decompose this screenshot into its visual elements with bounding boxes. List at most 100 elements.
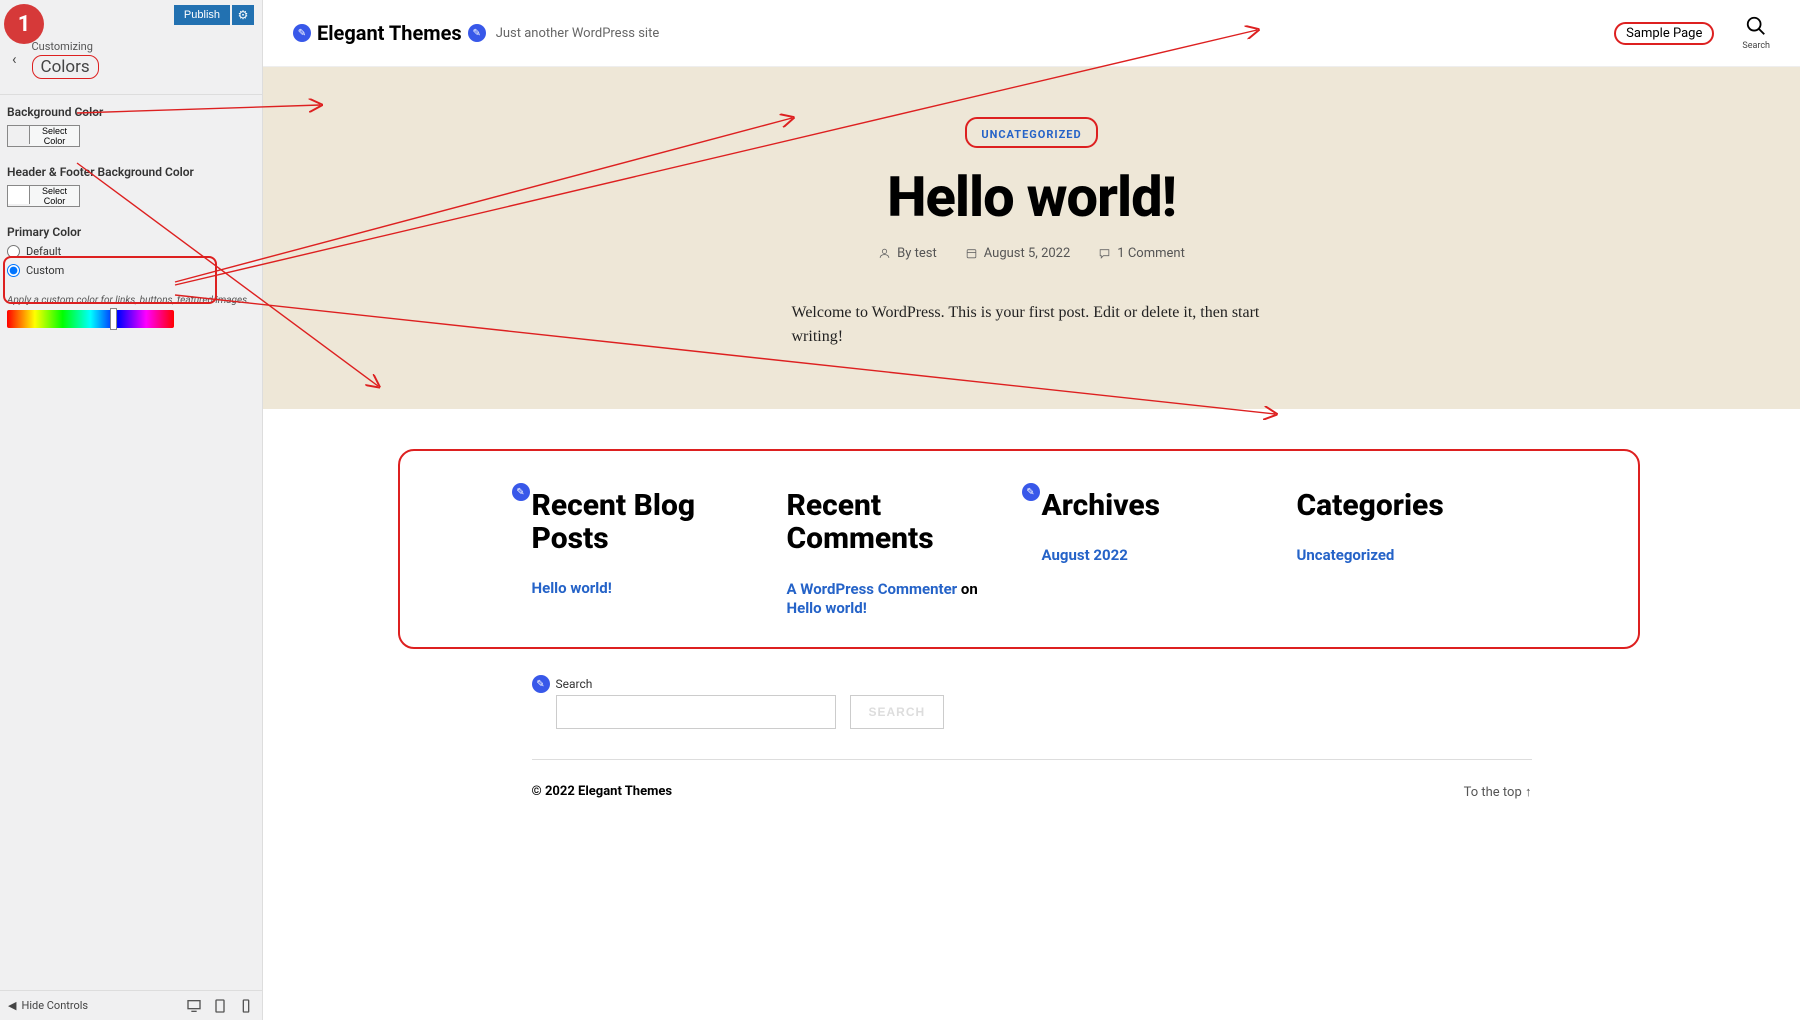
device-desktop-icon[interactable] (186, 998, 202, 1014)
footer-copyright: © 2022 Elegant Themes (532, 784, 673, 800)
widgets-section: ✎ Recent Blog Posts Hello world! Recent … (263, 409, 1800, 854)
meta-date-text: August 5, 2022 (984, 246, 1071, 261)
customizer-sidebar: Publish ⚙ ‹ Customizing Colors Backgroun… (0, 0, 263, 1020)
control-header-footer-color: Header & Footer Background Color Select … (7, 165, 255, 207)
gear-icon: ⚙ (238, 8, 249, 22)
widget-categories-title: Categories (1297, 489, 1532, 522)
post-meta: By test August 5, 2022 1 Comment (303, 246, 1760, 261)
comment-on-text: on (957, 580, 978, 598)
header-search-label: Search (1742, 41, 1770, 51)
to-the-top-link[interactable]: To the top ↑ (1464, 784, 1532, 800)
comment-post-link[interactable]: Hello world! (787, 599, 867, 617)
publish-button[interactable]: Publish (174, 5, 230, 25)
pencil-icon: ✎ (1026, 487, 1034, 498)
pencil-icon: ✎ (516, 487, 524, 498)
search-widget-form: SEARCH (556, 695, 945, 729)
meta-comments-text: 1 Comment (1117, 246, 1185, 261)
edit-shortcut-recent-posts[interactable]: ✎ (512, 483, 530, 501)
edit-shortcut-archives[interactable]: ✎ (1022, 483, 1040, 501)
edit-shortcut-search[interactable]: ✎ (532, 675, 550, 693)
control-primary-color: Primary Color Default Custom (7, 225, 255, 277)
search-input[interactable] (556, 695, 836, 729)
sidebar-footer: ◀ Hide Controls (0, 990, 262, 1020)
bg-color-picker[interactable]: Select Color (7, 125, 80, 147)
hue-slider[interactable] (7, 310, 174, 328)
meta-author-text: By test (897, 246, 937, 261)
site-header-right: Sample Page Search (1614, 15, 1770, 51)
category-link[interactable]: UNCATEGORIZED (981, 128, 1081, 141)
sidebar-header-text: Customizing Colors (32, 40, 99, 79)
search-submit-button[interactable]: SEARCH (850, 695, 945, 729)
pencil-icon: ✎ (536, 679, 544, 690)
control-background-color: Background Color Select Color (7, 105, 255, 147)
meta-author: By test (878, 246, 937, 261)
hf-color-swatch (8, 186, 30, 204)
widgets-row: ✎ Recent Blog Posts Hello world! Recent … (532, 489, 1532, 617)
primary-color-label: Primary Color (7, 225, 255, 239)
radio-custom[interactable]: Custom (7, 264, 255, 277)
site-footer: © 2022 Elegant Themes To the top ↑ (532, 759, 1532, 824)
calendar-icon (965, 247, 978, 260)
search-widget-label: Search (556, 677, 945, 691)
hide-controls-button[interactable]: ◀ Hide Controls (8, 999, 88, 1012)
bg-color-label: Background Color (7, 105, 255, 119)
hf-select-color-button[interactable]: Select Color (30, 186, 79, 206)
preview-pane: ✎ Elegant Themes ✎ Just another WordPres… (263, 0, 1800, 1020)
radio-default-label: Default (26, 245, 61, 258)
widget-recent-comments: Recent Comments A WordPress Commenter on… (787, 489, 1022, 617)
post-excerpt: Welcome to WordPress. This is your first… (792, 301, 1272, 349)
collapse-icon: ◀ (8, 999, 16, 1012)
controls-area: Background Color Select Color Header & F… (0, 95, 262, 338)
site-header: ✎ Elegant Themes ✎ Just another WordPres… (263, 0, 1800, 67)
hero: UNCATEGORIZED Hello world! By test Augus… (263, 67, 1800, 409)
search-widget-wrap: ✎ Search SEARCH (532, 677, 1532, 759)
bg-select-color-button[interactable]: Select Color (30, 126, 79, 146)
pencil-icon: ✎ (473, 28, 481, 39)
meta-comments[interactable]: 1 Comment (1098, 246, 1185, 261)
search-icon (1745, 15, 1767, 37)
meta-date: August 5, 2022 (965, 246, 1071, 261)
comment-author-link[interactable]: A WordPress Commenter (787, 580, 958, 598)
sidebar-header: ‹ Customizing Colors (0, 30, 262, 95)
site-title[interactable]: Elegant Themes (317, 21, 462, 45)
person-icon (878, 247, 891, 260)
nav-sample-page[interactable]: Sample Page (1614, 22, 1714, 45)
header-search-button[interactable]: Search (1742, 15, 1770, 51)
widget-recent-comments-title: Recent Comments (787, 489, 1022, 555)
category-badge: UNCATEGORIZED (965, 117, 1097, 148)
widget-recent-posts: ✎ Recent Blog Posts Hello world! (532, 489, 767, 617)
widget-archives: ✎ Archives August 2022 (1042, 489, 1277, 617)
bg-color-swatch (8, 126, 30, 144)
radio-custom-label: Custom (26, 264, 64, 277)
customizing-label: Customizing (32, 40, 99, 53)
chevron-left-icon: ‹ (12, 50, 17, 68)
hide-controls-label: Hide Controls (21, 999, 88, 1012)
site-tagline: Just another WordPress site (496, 26, 660, 41)
hf-color-label: Header & Footer Background Color (7, 165, 255, 179)
radio-custom-input[interactable] (7, 264, 20, 277)
recent-post-link[interactable]: Hello world! (532, 579, 767, 597)
annotation-number-1: 1 (4, 4, 44, 44)
widget-archives-title: Archives (1042, 489, 1277, 522)
category-link-widget[interactable]: Uncategorized (1297, 546, 1532, 564)
hf-color-picker[interactable]: Select Color (7, 185, 80, 207)
widget-recent-posts-title: Recent Blog Posts (532, 489, 767, 555)
edit-shortcut-title[interactable]: ✎ (293, 24, 311, 42)
site-header-left: ✎ Elegant Themes ✎ Just another WordPres… (293, 21, 659, 45)
widget-categories: Categories Uncategorized (1297, 489, 1532, 617)
post-title[interactable]: Hello world! (303, 164, 1760, 230)
device-mobile-icon[interactable] (238, 998, 254, 1014)
publish-settings-button[interactable]: ⚙ (232, 5, 254, 25)
section-colors: Colors (32, 55, 99, 79)
edit-shortcut-tagline[interactable]: ✎ (468, 24, 486, 42)
radio-default-input[interactable] (7, 245, 20, 258)
pencil-icon: ✎ (298, 28, 306, 39)
device-tablet-icon[interactable] (212, 998, 228, 1014)
hue-handle[interactable] (110, 308, 117, 330)
radio-default[interactable]: Default (7, 245, 255, 258)
back-button[interactable]: ‹ (12, 50, 17, 68)
device-switcher (186, 998, 254, 1014)
primary-color-hint: Apply a custom color for links, buttons,… (7, 295, 255, 306)
archive-link[interactable]: August 2022 (1042, 546, 1277, 564)
comment-icon (1098, 247, 1111, 260)
